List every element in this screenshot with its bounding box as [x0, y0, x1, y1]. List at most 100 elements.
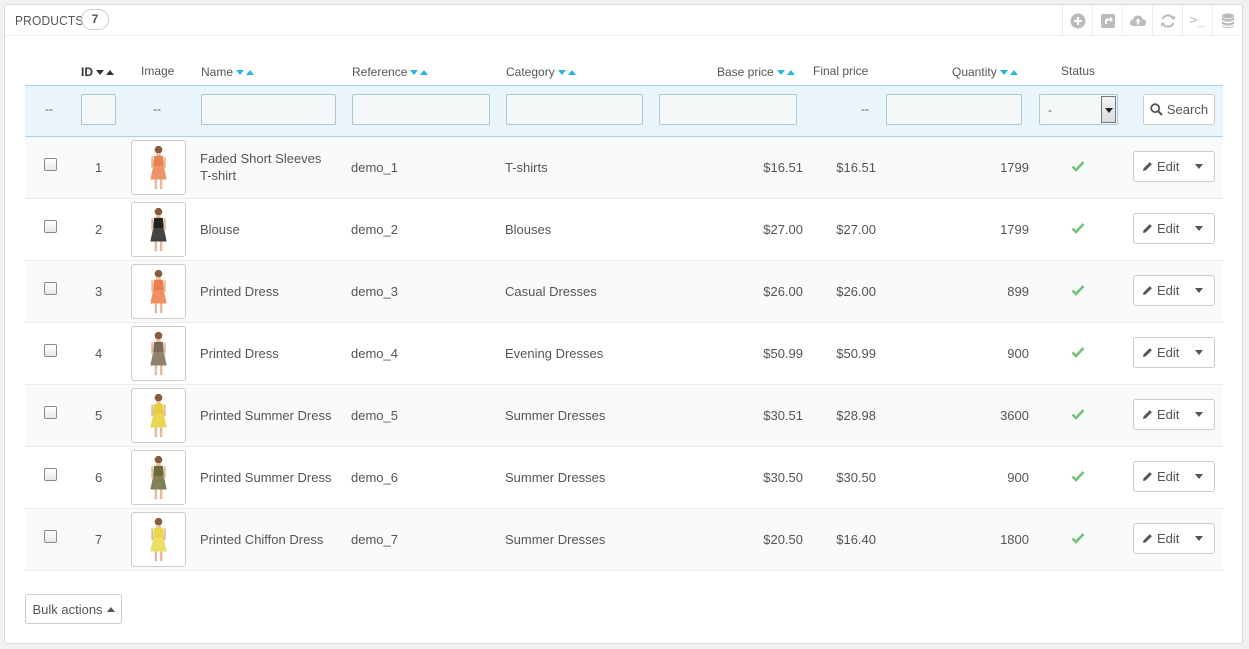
row-actions-dropdown-toggle[interactable]: [1184, 524, 1214, 553]
sort-arrows-icon[interactable]: [776, 64, 795, 78]
table-row[interactable]: 4 Printed Dress demo_4 Evening Dresses $50.9…: [25, 323, 1223, 385]
add-circle-icon: [1070, 13, 1085, 28]
category-filter-input[interactable]: [506, 94, 643, 125]
edit-button-label: Edit: [1157, 159, 1180, 174]
edit-button[interactable]: Edit: [1134, 400, 1184, 429]
column-header-reference[interactable]: Reference: [352, 64, 429, 79]
table-row[interactable]: 7 Printed Chiffon Dress demo_7 Summer Dress…: [25, 509, 1223, 571]
product-category: T-shirts: [505, 160, 548, 175]
product-image: [150, 145, 167, 190]
quantity-filter-input[interactable]: [886, 94, 1022, 125]
edit-button[interactable]: Edit: [1134, 462, 1184, 491]
row-select-checkbox[interactable]: [44, 158, 57, 171]
panel-toolbar: >_: [1062, 5, 1242, 36]
final-price-filter-placeholder: --: [861, 102, 869, 116]
product-image: [150, 455, 167, 500]
product-reference: demo_2: [351, 222, 398, 237]
product-image: [150, 517, 167, 562]
column-header-name[interactable]: Name: [201, 64, 255, 79]
search-button[interactable]: Search: [1143, 94, 1215, 125]
row-actions-dropdown-toggle[interactable]: [1184, 400, 1214, 429]
column-header-quantity[interactable]: Quantity: [952, 64, 1018, 79]
row-select-checkbox[interactable]: [44, 406, 57, 419]
sort-arrows-icon[interactable]: [999, 64, 1018, 78]
edit-button[interactable]: Edit: [1134, 276, 1184, 305]
edit-button-group: Edit: [1133, 523, 1215, 554]
row-select-checkbox[interactable]: [44, 282, 57, 295]
sql-manager-button[interactable]: [1212, 5, 1242, 36]
status-enabled-icon[interactable]: [1071, 284, 1085, 296]
bulk-actions-button[interactable]: Bulk actions: [25, 594, 122, 624]
product-thumbnail: [131, 264, 186, 319]
product-image: [150, 269, 167, 314]
status-enabled-icon[interactable]: [1071, 470, 1085, 482]
column-header-category[interactable]: Category: [506, 64, 576, 79]
table-row[interactable]: 3 Printed Dress demo_3 Casual Dresses $26.00…: [25, 261, 1223, 323]
sort-arrows-icon[interactable]: [557, 64, 576, 78]
refresh-button[interactable]: [1152, 5, 1182, 36]
import-button[interactable]: [1122, 5, 1152, 36]
sql-query-button[interactable]: >_: [1182, 5, 1212, 36]
product-id: 6: [95, 470, 103, 485]
product-category: Summer Dresses: [505, 470, 606, 485]
edit-button[interactable]: Edit: [1134, 524, 1184, 553]
edit-button-group: Edit: [1133, 151, 1215, 182]
edit-button-group: Edit: [1133, 213, 1215, 244]
product-base-price: $30.50: [763, 470, 803, 485]
product-final-price: $28.98: [836, 408, 876, 423]
product-category: Evening Dresses: [505, 346, 604, 361]
reference-filter-input[interactable]: [352, 94, 490, 125]
product-name: Printed Dress: [200, 284, 279, 299]
product-base-price: $30.51: [763, 408, 803, 423]
pencil-icon: [1143, 534, 1152, 543]
row-actions-dropdown-toggle[interactable]: [1184, 276, 1214, 305]
add-new-button[interactable]: [1062, 5, 1092, 36]
product-name: Printed Summer Dress: [200, 470, 332, 485]
row-actions-dropdown-toggle[interactable]: [1184, 338, 1214, 367]
export-icon: [1100, 13, 1115, 28]
name-filter-input[interactable]: [201, 94, 336, 125]
status-enabled-icon[interactable]: [1071, 346, 1085, 358]
product-quantity: 899: [1007, 284, 1029, 299]
row-select-checkbox[interactable]: [44, 468, 57, 481]
row-actions-dropdown-toggle[interactable]: [1184, 462, 1214, 491]
product-final-price: $30.50: [836, 470, 876, 485]
status-filter-select[interactable]: -: [1039, 94, 1118, 125]
export-button[interactable]: [1092, 5, 1122, 36]
sort-arrows-icon[interactable]: [96, 64, 114, 78]
row-select-checkbox[interactable]: [44, 344, 57, 357]
product-thumbnail: [131, 450, 186, 505]
edit-button[interactable]: Edit: [1134, 152, 1184, 181]
edit-button-group: Edit: [1133, 337, 1215, 368]
pencil-icon: [1143, 472, 1152, 481]
column-header-id[interactable]: ID: [81, 64, 114, 79]
sort-arrows-icon[interactable]: [410, 64, 429, 78]
id-filter-input[interactable]: [81, 94, 116, 125]
product-final-price: $16.40: [836, 532, 876, 547]
table-header: ID Image Name Reference Category Base pr…: [25, 53, 1223, 85]
status-filter-value: -: [1048, 103, 1052, 117]
chevron-down-icon[interactable]: [1101, 96, 1116, 123]
edit-button-label: Edit: [1157, 407, 1180, 422]
base-price-filter-input[interactable]: [659, 94, 797, 125]
status-enabled-icon[interactable]: [1071, 222, 1085, 234]
status-enabled-icon[interactable]: [1071, 532, 1085, 544]
table-row[interactable]: 6 Printed Summer Dress demo_6 Summer Dresse…: [25, 447, 1223, 509]
edit-button[interactable]: Edit: [1134, 338, 1184, 367]
row-actions-dropdown-toggle[interactable]: [1184, 214, 1214, 243]
row-select-checkbox[interactable]: [44, 220, 57, 233]
table-row[interactable]: 2 Blouse demo_2 Blouses $27.00 $27.00 1799 Edit: [25, 199, 1223, 261]
row-select-checkbox[interactable]: [44, 530, 57, 543]
product-thumbnail: [131, 388, 186, 443]
table-row[interactable]: 1 Faded Short Sleeves T-shirt demo_1 T-shirt…: [25, 137, 1223, 199]
status-enabled-icon[interactable]: [1071, 160, 1085, 172]
table-row[interactable]: 5 Printed Summer Dress demo_5 Summer Dresse…: [25, 385, 1223, 447]
status-enabled-icon[interactable]: [1071, 408, 1085, 420]
filter-row: -- -- -- - Search: [25, 85, 1223, 137]
product-final-price: $16.51: [836, 160, 876, 175]
sort-arrows-icon[interactable]: [236, 64, 255, 78]
edit-button[interactable]: Edit: [1134, 214, 1184, 243]
column-header-base-price[interactable]: Base price: [717, 64, 795, 79]
search-icon: [1150, 103, 1163, 116]
row-actions-dropdown-toggle[interactable]: [1184, 152, 1214, 181]
